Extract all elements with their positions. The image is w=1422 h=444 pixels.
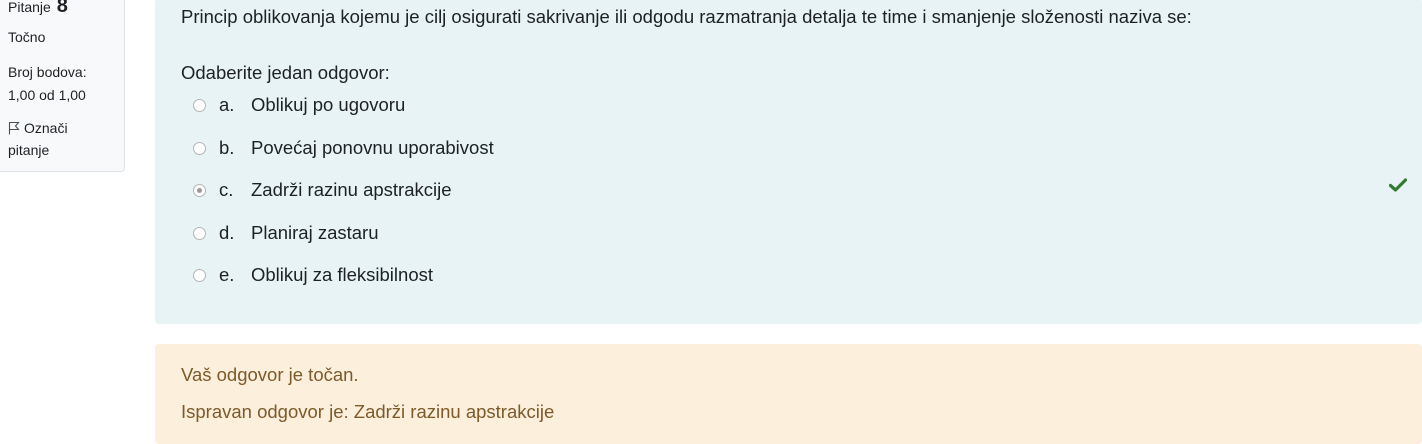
option-letter: d.	[219, 222, 235, 243]
answer-option-e[interactable]: e. Oblikuj za fleksibilnost	[193, 263, 433, 287]
grade-label: Broj bodova:	[8, 64, 87, 80]
option-text: Planiraj zastaru	[251, 222, 379, 243]
radio-option-a[interactable]	[193, 98, 206, 112]
question-text: Princip oblikovanja kojemu je cilj osigu…	[181, 6, 1192, 27]
option-text: Oblikuj po ugovoru	[251, 94, 406, 115]
flag-icon	[8, 121, 20, 135]
answer-option-a[interactable]: a. Oblikuj po ugovoru	[193, 93, 405, 117]
option-text: Zadrži razinu apstrakcije	[251, 179, 452, 200]
question-state: Točno	[8, 29, 46, 45]
option-letter: b.	[219, 137, 235, 158]
option-letter: c.	[219, 179, 234, 200]
correct-answer-feedback: Ispravan odgovor je: Zadrži razinu apstr…	[181, 401, 555, 422]
feedback-panel: Vaš odgovor je točan. Ispravan odgovor j…	[155, 344, 1422, 444]
question-number: Pitanje 8	[8, 0, 68, 18]
general-feedback: Vaš odgovor je točan.	[181, 364, 359, 385]
radio-option-b[interactable]	[193, 141, 206, 155]
question-info-panel: Pitanje 8 Točno Broj bodova: 1,00 od 1,0…	[0, 0, 125, 172]
question-number-value: 8	[56, 0, 68, 17]
flag-question-link[interactable]: Označi pitanje	[8, 117, 108, 161]
option-letter: e.	[219, 264, 235, 285]
question-formulation: Princip oblikovanja kojemu je cilj osigu…	[155, 0, 1422, 324]
answer-option-c[interactable]: c. Zadrži razinu apstrakcije	[193, 178, 452, 202]
option-text: Oblikuj za fleksibilnost	[251, 264, 433, 285]
answer-option-d[interactable]: d. Planiraj zastaru	[193, 221, 379, 245]
answer-prompt: Odaberite jedan odgovor:	[181, 62, 390, 83]
grade-value: 1,00 od 1,00	[8, 87, 86, 103]
question-label: Pitanje	[8, 0, 51, 15]
answer-option-b[interactable]: b. Povećaj ponovnu uporabivost	[193, 136, 494, 160]
checkmark-icon	[1389, 178, 1407, 192]
question-grade: Broj bodova: 1,00 od 1,00	[8, 61, 118, 107]
option-letter: a.	[219, 94, 235, 115]
radio-option-d[interactable]	[193, 226, 206, 240]
radio-option-e[interactable]	[193, 268, 206, 282]
option-text: Povećaj ponovnu uporabivost	[251, 137, 494, 158]
radio-option-c-selected[interactable]	[193, 183, 206, 197]
